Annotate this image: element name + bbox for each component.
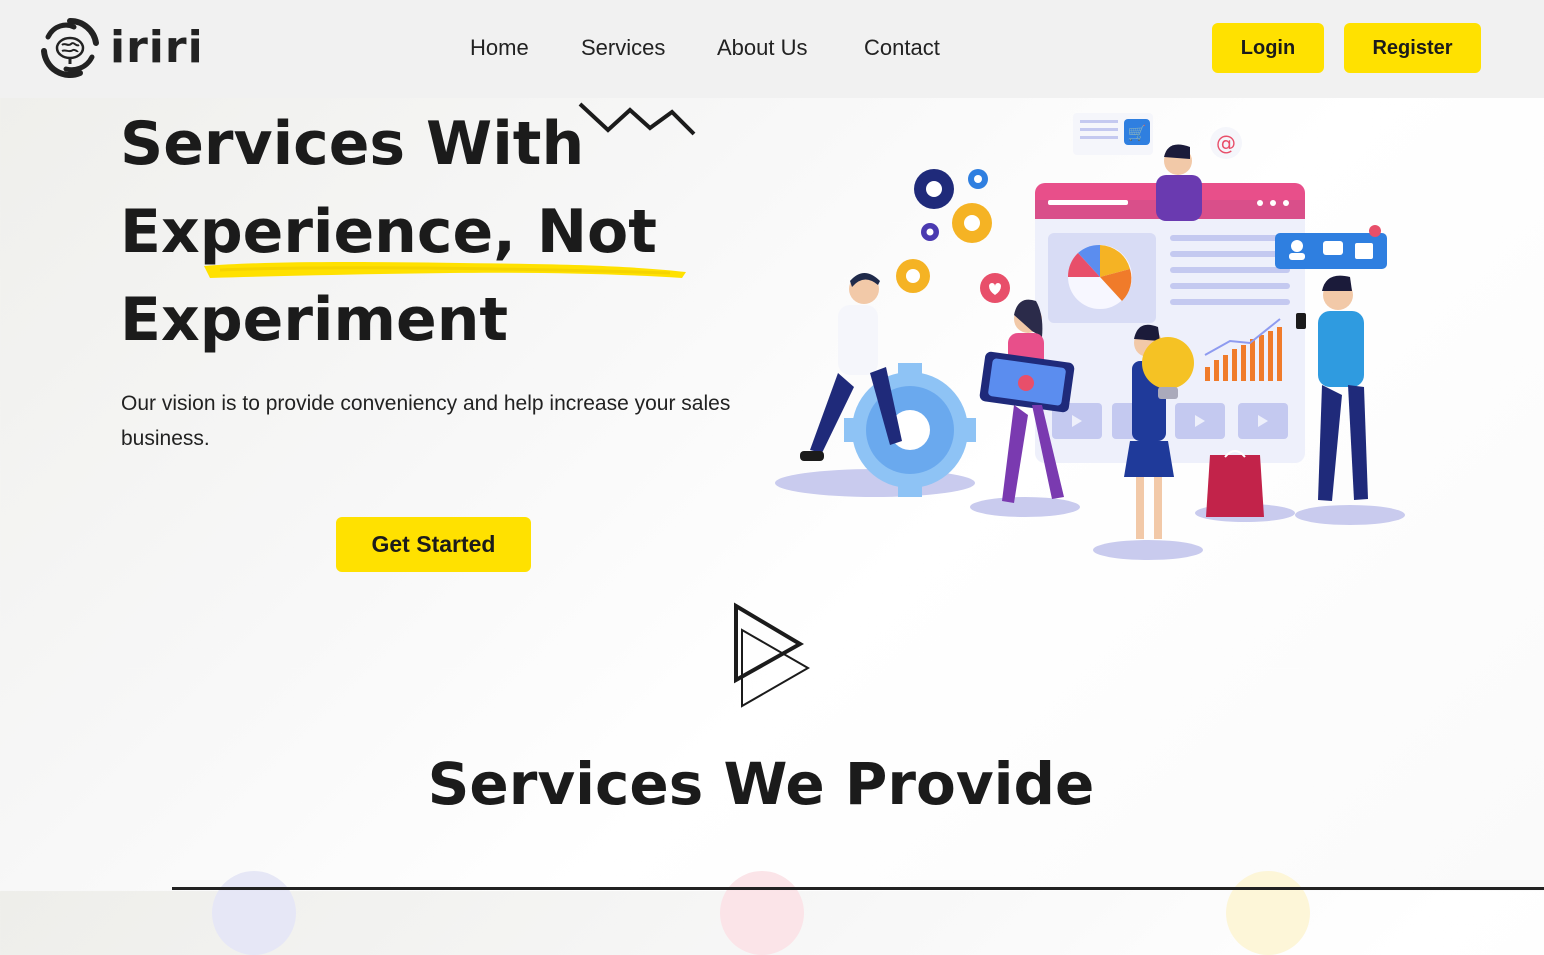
services-section-title: Services We Provide <box>427 750 1095 818</box>
section-divider <box>172 887 1544 890</box>
hero-title-line-3: Experiment <box>120 285 509 355</box>
nav-contact[interactable]: Contact <box>864 30 940 66</box>
team-collaboration-illustration: 🛒 @ <box>775 113 1405 560</box>
get-started-button[interactable]: Get Started <box>336 517 531 572</box>
service-card-icon-circle <box>1226 871 1310 955</box>
brain-logo-icon <box>41 17 99 78</box>
nav-services[interactable]: Services <box>581 30 665 66</box>
brand-logo[interactable]: iriri <box>40 16 204 80</box>
nav-home[interactable]: Home <box>470 30 529 66</box>
hero-title-line-1: Services With <box>120 109 585 179</box>
svg-text:@: @ <box>1216 131 1236 155</box>
hero-title: Services With Experience, Not Experiment <box>120 100 740 364</box>
service-card-icon-circle <box>720 871 804 955</box>
register-button[interactable]: Register <box>1344 23 1481 73</box>
svg-text:🛒: 🛒 <box>1128 124 1147 142</box>
site-header: iriri Home Services About Us Contact Log… <box>0 0 1544 98</box>
brand-name: iriri <box>110 22 204 73</box>
play-triangle-decoration-icon <box>734 602 811 708</box>
login-button[interactable]: Login <box>1212 23 1324 73</box>
nav-about-us[interactable]: About Us <box>717 30 808 66</box>
hero-title-line-2: Experience, Not <box>120 197 657 267</box>
service-card-icon-circle <box>212 871 296 955</box>
hero-description: Our vision is to provide conveniency and… <box>121 392 731 450</box>
